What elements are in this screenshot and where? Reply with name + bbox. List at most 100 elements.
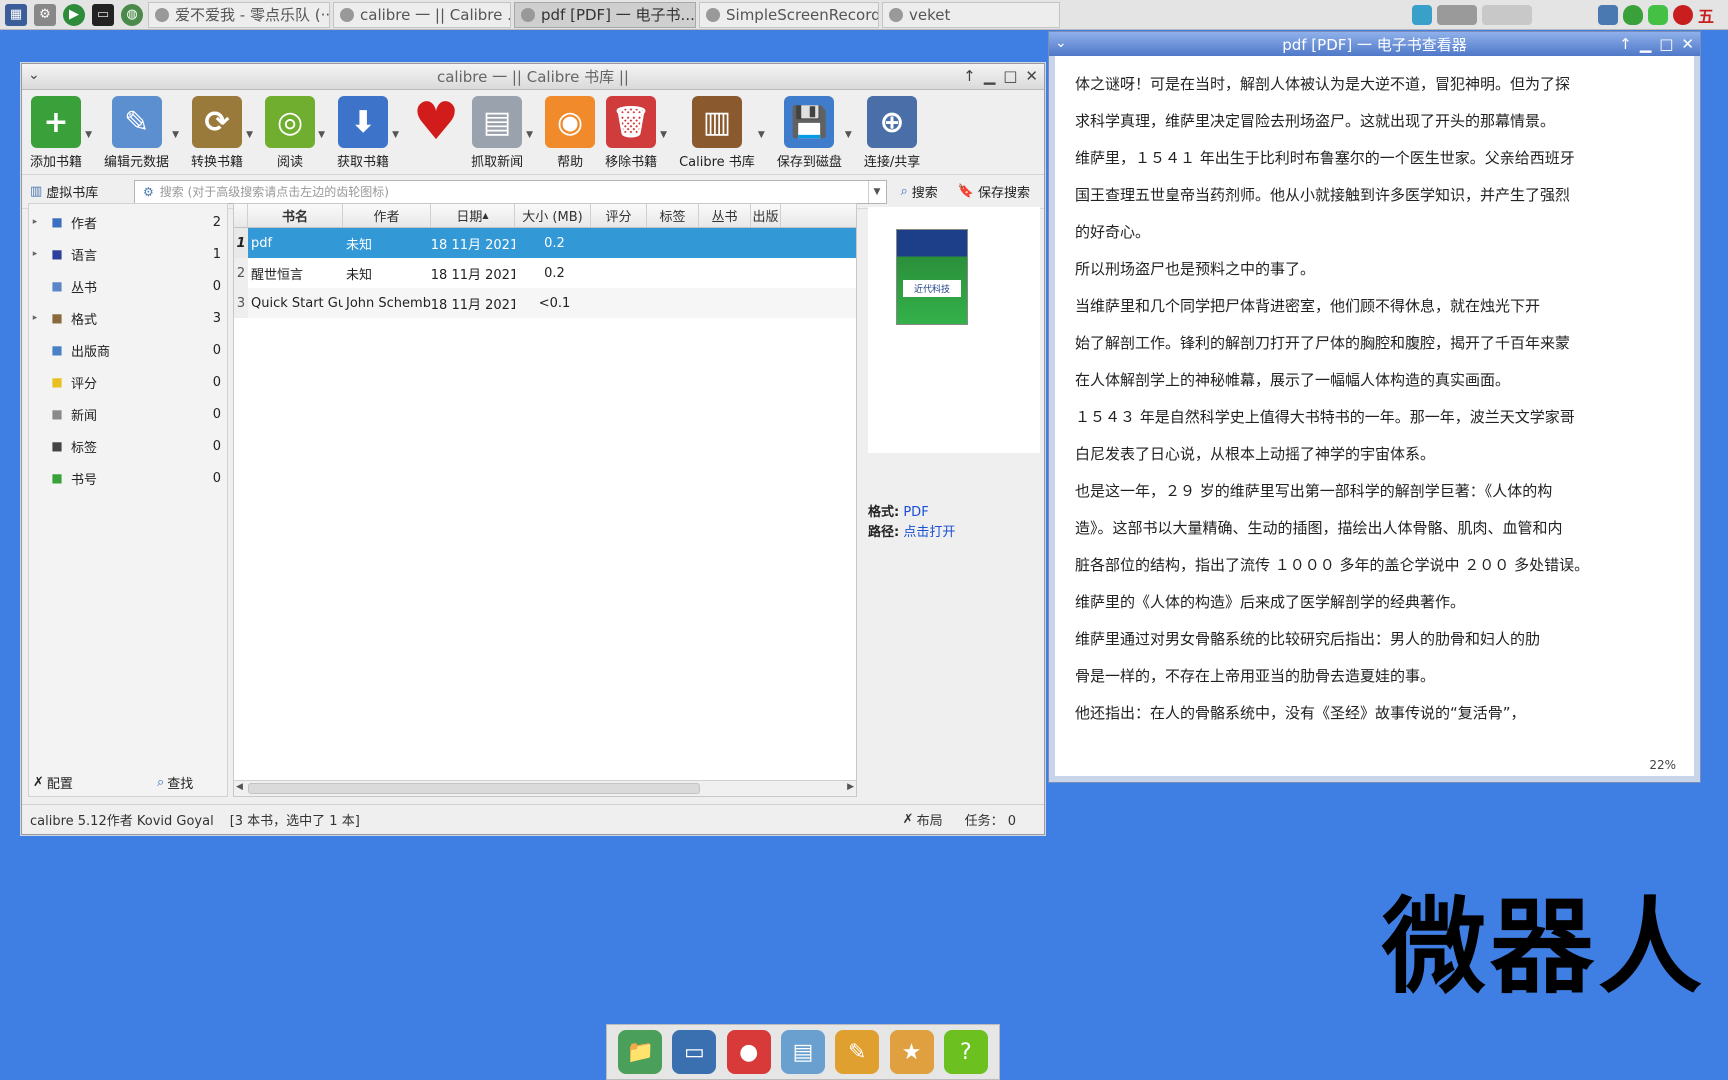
tag-category-4[interactable]: ▸ ■ 格式 3	[29, 302, 227, 334]
tag-category-2[interactable]: ▸ ■ 语言 1	[29, 238, 227, 270]
help-question-icon[interactable]: ?	[943, 1030, 988, 1074]
column-header[interactable]: 丛书	[699, 204, 751, 227]
battery-icon[interactable]	[1648, 5, 1668, 25]
expand-arrow-icon[interactable]: ▸	[29, 313, 41, 323]
chevron-down-icon[interactable]: ▼	[845, 130, 852, 140]
tag-category-8[interactable]: ■ 标签 0	[29, 430, 227, 462]
format-value-link[interactable]: PDF	[903, 505, 928, 520]
scrollbar-thumb[interactable]	[248, 783, 700, 794]
toolbar-button-4[interactable]: ◎ 阅读 ▼	[265, 96, 325, 170]
toolbar-button-1[interactable]: + 添加书籍 ▼	[30, 96, 92, 170]
paint-icon[interactable]: ✎	[835, 1030, 880, 1074]
system-monitor-icon[interactable]: ▦	[5, 3, 27, 26]
expand-arrow-icon[interactable]: ▸	[29, 249, 41, 259]
toolbar-button-6[interactable]: ♥	[411, 92, 461, 152]
window-menu-icon[interactable]: ⌄	[1055, 35, 1067, 51]
minimize-icon[interactable]: ▁	[1640, 35, 1652, 53]
tag-category-9[interactable]: ■ 书号 0	[29, 462, 227, 494]
terminal-icon[interactable]: ▭	[92, 3, 114, 26]
window-menu-icon[interactable]: ⌄	[28, 67, 40, 83]
column-header[interactable]: 出版	[751, 204, 781, 227]
display-icon[interactable]	[1598, 5, 1618, 25]
table-row[interactable]: 2 醒世恒言 未知 18 11月 2021 0.2	[234, 258, 856, 288]
tag-category-5[interactable]: ■ 出版商 0	[29, 334, 227, 366]
column-header[interactable]: 日期 ▲	[431, 204, 515, 227]
toolbar-button-7[interactable]: ▤ 抓取新闻 ▼	[471, 96, 533, 170]
chevron-down-icon[interactable]: ▼	[318, 130, 325, 140]
close-icon[interactable]: ✕	[1681, 35, 1694, 53]
expand-arrow-icon[interactable]: ▸	[29, 217, 41, 227]
toolbar-button-9[interactable]: 🗑 移除书籍 ▼	[605, 96, 667, 170]
cover-area[interactable]: 近代科技	[868, 207, 1040, 453]
column-header[interactable]: 标签	[647, 204, 699, 227]
table-row[interactable]: 3Quick Start GuideJohn Schember18 11月 20…	[234, 288, 856, 318]
tag-category-7[interactable]: ■ 新闻 0	[29, 398, 227, 430]
column-header[interactable]: 作者	[343, 204, 431, 227]
jobs-indicator[interactable]: 任务： 0	[965, 810, 1016, 829]
gear-icon[interactable]: ⚙	[143, 185, 154, 199]
toolbar-button-12[interactable]: ⊕ 连接/共享	[864, 96, 920, 170]
minimize-icon[interactable]: ▁	[984, 67, 996, 85]
calibre-titlebar[interactable]: ⌄ calibre 一 || Calibre 书库 || ↑ ▁ □ ✕	[22, 64, 1044, 90]
chevron-down-icon[interactable]: ▼	[392, 130, 399, 140]
window-switcher-icon[interactable]	[1437, 5, 1477, 25]
save-search-button[interactable]: 🔖 保存搜索	[952, 182, 1036, 201]
network-icon[interactable]	[1412, 5, 1432, 25]
toolbar-button-2[interactable]: ✎ 编辑元数据 ▼	[104, 96, 179, 170]
notepad-icon[interactable]: ▤	[780, 1030, 825, 1074]
input-method-indicator[interactable]: 五	[1698, 3, 1714, 27]
book-cover[interactable]: 近代科技	[896, 229, 968, 325]
taskbar-task-2[interactable]: calibre 一 || Calibre ...	[333, 1, 511, 28]
keep-above-icon[interactable]: ↑	[1619, 35, 1632, 53]
column-header[interactable]: 书名	[248, 204, 343, 227]
chevron-down-icon[interactable]: ▼	[526, 130, 533, 140]
keep-above-icon[interactable]: ↑	[963, 67, 976, 85]
path-open-link[interactable]: 点击打开	[903, 525, 955, 540]
configure-button[interactable]: ✗ 配置	[33, 773, 73, 792]
taskbar-task-3[interactable]: pdf [PDF] 一 电子书...	[514, 1, 696, 28]
table-row[interactable]: 1 pdf 未知 18 11月 2021 0.2	[234, 228, 856, 258]
mascot-icon[interactable]: ●	[726, 1030, 771, 1074]
settings-gears-icon[interactable]: ⚙	[34, 3, 56, 26]
maximize-icon[interactable]: □	[1003, 67, 1017, 85]
folder-icon[interactable]: 📁	[618, 1030, 663, 1074]
tag-category-3[interactable]: ■ 丛书 0	[29, 270, 227, 302]
toolbar-button-5[interactable]: ⬇ 获取书籍 ▼	[337, 96, 399, 170]
scroll-right-icon[interactable]: ▶	[847, 782, 854, 792]
column-header[interactable]: 评分	[591, 204, 647, 227]
taskbar-task-1[interactable]: 爱不爱我 - 零点乐队 (···	[148, 1, 330, 28]
record-icon[interactable]	[1673, 5, 1693, 25]
play-icon[interactable]: ▶	[63, 3, 85, 26]
tag-category-1[interactable]: ▸ ■ 作者 2	[29, 206, 227, 238]
maximize-icon[interactable]: □	[1659, 35, 1673, 53]
scroll-left-icon[interactable]: ◀	[236, 782, 243, 792]
layout-button[interactable]: ✗ 布局	[903, 810, 943, 829]
taskbar-task-4[interactable]: SimpleScreenRecorder	[699, 1, 879, 28]
chevron-down-icon[interactable]: ▼	[660, 130, 667, 140]
search-button[interactable]: ⌕ 搜索	[895, 182, 944, 201]
tag-category-6[interactable]: ■ 评分 0	[29, 366, 227, 398]
search-input[interactable]: ⚙ 搜索 (对于高级搜索请点击左边的齿轮图标) ▼	[134, 179, 887, 204]
close-icon[interactable]: ✕	[1025, 67, 1038, 85]
toolbar-button-3[interactable]: ⟳ 转换书籍 ▼	[191, 96, 253, 170]
computer-icon[interactable]: ▭	[672, 1030, 717, 1074]
toolbar-button-10[interactable]: ▥ Calibre 书库 ▼	[679, 96, 765, 170]
browser-globe-icon[interactable]: ◍	[121, 3, 143, 26]
veket-icon[interactable]: ★	[889, 1030, 934, 1074]
taskbar-task-5[interactable]: veket	[882, 1, 1060, 28]
toolbar-button-11[interactable]: 💾 保存到磁盘 ▼	[777, 96, 852, 170]
shield-icon[interactable]	[1623, 5, 1643, 25]
find-button[interactable]: ⌕ 查找	[157, 773, 193, 792]
get-books-icon: ⬇	[338, 96, 389, 148]
toolbar-button-8[interactable]: ◉ 帮助	[545, 96, 596, 170]
viewer-titlebar[interactable]: ⌄ pdf [PDF] 一 电子书查看器 ↑ ▁ □ ✕	[1049, 32, 1700, 56]
chevron-down-icon[interactable]: ▼	[172, 130, 179, 140]
chevron-down-icon[interactable]: ▼	[867, 180, 886, 203]
chevron-down-icon[interactable]: ▼	[85, 130, 92, 140]
chevron-down-icon[interactable]: ▼	[246, 130, 253, 140]
chevron-down-icon[interactable]: ▼	[758, 130, 765, 140]
column-header[interactable]: 大小 (MB)	[515, 204, 591, 227]
viewer-content[interactable]: 体之谜呀！可是在当时，解剖人体被认为是大逆不道，冒犯神明。但为了探 求科学真理，维…	[1049, 56, 1700, 782]
virtual-library-button[interactable]: ▥ 虚拟书库	[30, 182, 126, 201]
horizontal-scrollbar[interactable]: ◀ ▶	[234, 780, 856, 796]
